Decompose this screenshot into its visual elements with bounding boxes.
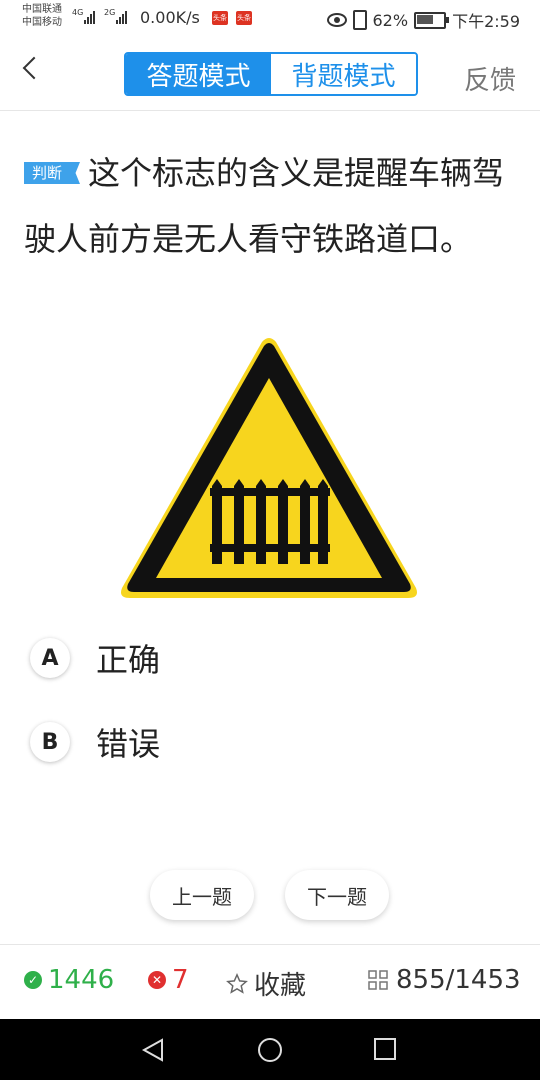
carrier-2: 中国移动 [22, 17, 62, 28]
network-speed: 0.00K/s [140, 8, 200, 27]
question-text: 这个标志的含义是提醒车辆驾驶人前方是无人看守铁路道口。 [24, 154, 505, 258]
option-b[interactable]: B 错误 [30, 720, 330, 764]
option-b-letter: B [30, 722, 70, 762]
correct-count-value: 1446 [48, 965, 115, 995]
favorite-label: 收藏 [254, 971, 307, 1001]
grid-icon [368, 970, 388, 990]
vibrate-icon [352, 10, 367, 30]
signal-icon-2 [116, 10, 127, 24]
option-a[interactable]: A 正确 [30, 636, 330, 680]
back-chevron-icon[interactable] [22, 56, 46, 80]
signal-icon-1 [84, 10, 95, 24]
question-type-tag: 判断 [24, 162, 80, 184]
x-circle-icon: ✕ [148, 971, 166, 989]
battery-fill [417, 14, 434, 24]
check-circle-icon: ✓ [24, 971, 42, 989]
progress-value: 855/1453 [396, 965, 521, 995]
tab-review-mode[interactable]: 背题模式 [271, 54, 416, 94]
favorite-button[interactable]: 收藏 [226, 965, 306, 1002]
correct-count[interactable]: ✓ 1446 [24, 965, 114, 995]
network-type-1: 4G [72, 8, 84, 17]
feedback-button[interactable]: 反馈 [464, 60, 516, 97]
status-right: 62% 下午2:59 [326, 8, 520, 32]
star-icon [226, 972, 248, 994]
nav-home-icon[interactable] [256, 1036, 284, 1064]
nav-back-icon[interactable] [140, 1037, 166, 1063]
mode-switch: 答题模式 背题模式 [124, 52, 418, 96]
clock: 下午2:59 [452, 12, 520, 31]
nav-recents-icon[interactable] [373, 1037, 397, 1061]
network-type-2: 2G [104, 8, 116, 17]
railway-crossing-warning-sign-image [121, 338, 417, 598]
system-nav-bar [0, 1019, 540, 1080]
option-a-letter: A [30, 638, 70, 678]
option-a-text: 正确 [96, 641, 161, 679]
bottom-stats-bar: ✓ 1446 ✕ 7 收藏 855/1453 [0, 944, 540, 1020]
question-block: 判断 这个标志的含义是提醒车辆驾驶人前方是无人看守铁路道口。 [24, 140, 504, 272]
battery-percent: 62% [372, 10, 409, 30]
carrier-labels: 中国联通 中国移动 [22, 3, 62, 29]
wrong-count-value: 7 [172, 965, 189, 995]
battery-icon [414, 11, 450, 29]
app-header: 答题模式 背题模式 反馈 [0, 36, 540, 111]
toutiao-notification-icon: 头条 [212, 11, 228, 25]
question-progress[interactable]: 855/1453 [368, 965, 521, 995]
eye-comfort-icon [326, 13, 347, 27]
carrier-1: 中国联通 [22, 4, 62, 15]
status-bar: 中国联通 中国移动 4G 2G 0.00K/s 头条 头条 62% 下午2:59 [0, 0, 540, 36]
option-b-text: 错误 [96, 725, 161, 763]
prev-question-button[interactable]: 上一题 [150, 870, 254, 920]
toutiao-notification-icon-2: 头条 [236, 11, 252, 25]
tab-answer-mode[interactable]: 答题模式 [126, 54, 271, 94]
next-question-button[interactable]: 下一题 [285, 870, 389, 920]
wrong-count[interactable]: ✕ 7 [148, 965, 189, 995]
